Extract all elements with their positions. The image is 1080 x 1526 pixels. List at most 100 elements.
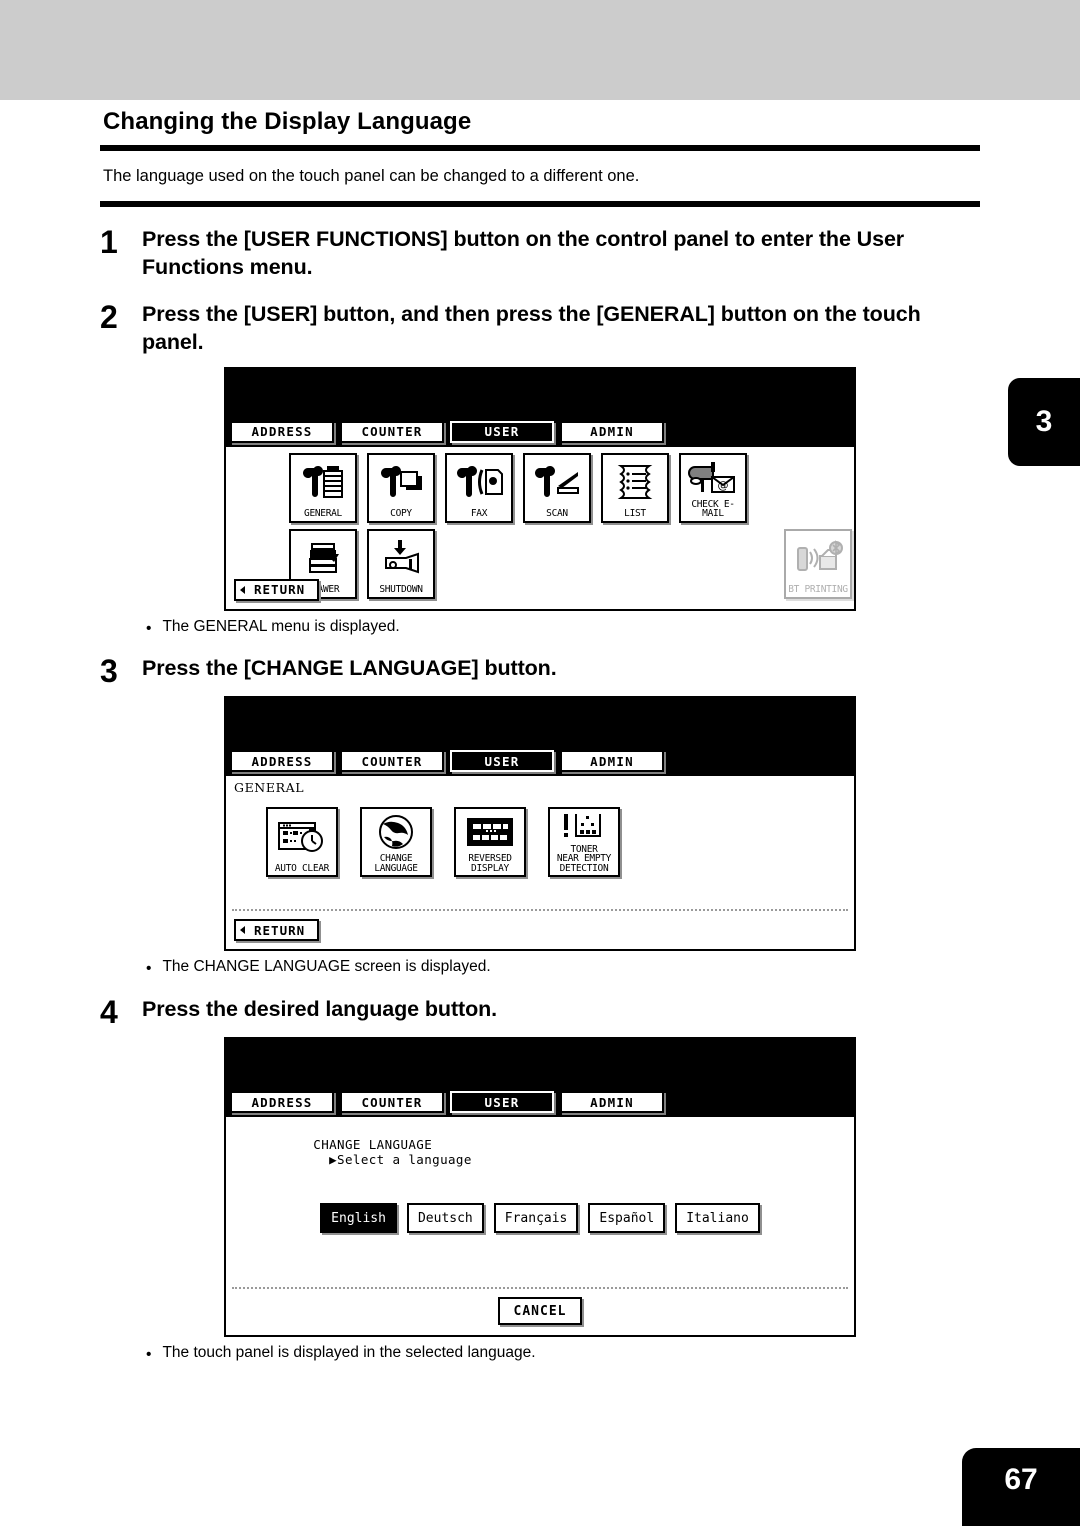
step-4-number: 4 <box>100 993 118 1030</box>
button-change-language-label: CHANGE LANGUAGE <box>374 853 418 874</box>
cancel-button[interactable]: CANCEL <box>497 1297 583 1326</box>
tab-admin[interactable]: ADMIN <box>560 1091 664 1114</box>
return-button[interactable]: RETURN <box>234 578 320 601</box>
panel-body: GENERAL AUTO CLEAR CHANGE LANGUAGE REVER… <box>226 776 854 950</box>
tab-address[interactable]: ADDRESS <box>230 420 334 443</box>
screen-stopwatch-icon <box>268 809 336 864</box>
tab-user[interactable]: USER <box>450 420 554 443</box>
panel-tabbar: ADDRESS COUNTER USER ADMIN <box>226 746 854 777</box>
tab-admin[interactable]: ADMIN <box>560 420 664 443</box>
breadcrumb-row: CHANGE LANGUAGE ▶Select a language <box>226 1117 854 1185</box>
step-4: 4 Press the desired language button. <box>100 993 980 1030</box>
language-button-francais[interactable]: Français <box>493 1203 579 1234</box>
button-fax[interactable]: FAX <box>445 452 513 523</box>
button-general-label: GENERAL <box>304 508 342 519</box>
tab-counter[interactable]: COUNTER <box>340 1091 444 1114</box>
panel-body: GENERAL COPY FAX SCAN LIST @ CHECK E-MAI… <box>226 446 854 609</box>
step-3-text: Press the [CHANGE LANGUAGE] button. <box>142 656 557 680</box>
button-copy-label: COPY <box>390 508 412 519</box>
step-3: 3 Press the [CHANGE LANGUAGE] button. <box>100 652 980 689</box>
tab-counter[interactable]: COUNTER <box>340 420 444 443</box>
panel-status-area <box>226 698 854 747</box>
touch-panel-general-menu: ADDRESS COUNTER USER ADMIN GENERAL AUTO … <box>224 696 856 952</box>
intro-rule <box>100 201 980 207</box>
copier-drawer-icon <box>291 531 355 586</box>
button-bt-printing-label: BT PRINTING <box>788 584 848 595</box>
tab-user[interactable]: USER <box>450 750 554 773</box>
button-check-email-label: CHECK E-MAIL <box>691 498 735 519</box>
wrench-scanner-icon <box>525 455 589 510</box>
step-1: 1 Press the [USER FUNCTIONS] button on t… <box>100 223 980 282</box>
user-menu-row-2: DRAWER SHUTDOWN BT PRINTING <box>226 523 854 599</box>
button-change-language[interactable]: CHANGE LANGUAGE <box>360 807 432 878</box>
tab-address[interactable]: ADDRESS <box>230 1091 334 1114</box>
shutdown-switch-icon <box>369 531 433 586</box>
general-menu-panel-figure: ADDRESS COUNTER USER ADMIN GENERAL AUTO … <box>224 696 980 952</box>
note-after-step-4: • The touch panel is displayed in the se… <box>146 1344 980 1363</box>
tab-counter[interactable]: COUNTER <box>340 750 444 773</box>
language-button-deutsch[interactable]: Deutsch <box>406 1203 484 1234</box>
panel-body: CHANGE LANGUAGE ▶Select a language Engli… <box>226 1117 854 1336</box>
panel-tabbar: ADDRESS COUNTER USER ADMIN <box>226 1087 854 1118</box>
note-after-step-3-text: The CHANGE LANGUAGE screen is displayed. <box>162 958 491 976</box>
step-2-number: 2 <box>100 298 118 335</box>
button-list[interactable]: LIST <box>601 452 669 523</box>
breadcrumb: CHANGE LANGUAGE <box>313 1137 433 1153</box>
button-shutdown-label: SHUTDOWN <box>379 584 423 595</box>
note-after-step-3: • The CHANGE LANGUAGE screen is displaye… <box>146 958 980 977</box>
mailbox-at-icon: @ <box>681 455 745 500</box>
button-reversed-display-label: REVERSED DISPLAY <box>468 853 512 874</box>
button-scan-label: SCAN <box>546 508 568 519</box>
page-header-band <box>0 0 1080 100</box>
note-after-step-2: • The GENERAL menu is displayed. <box>146 618 980 637</box>
button-bt-printing: BT PRINTING <box>784 528 852 599</box>
reversed-panel-icon <box>456 809 524 854</box>
bullet-dot: • <box>146 619 152 637</box>
chapter-marker: 3 <box>1008 378 1080 466</box>
general-menu-buttons: AUTO CLEAR CHANGE LANGUAGE REVERSED DISP… <box>226 797 854 878</box>
step-3-number: 3 <box>100 653 118 689</box>
step-1-number: 1 <box>100 224 118 260</box>
step-2: 2 Press the [USER] button, and then pres… <box>100 298 980 357</box>
button-copy[interactable]: COPY <box>367 452 435 523</box>
panel-status-area <box>226 1039 854 1088</box>
user-menu-row-1: GENERAL COPY FAX SCAN LIST @ CHECK E-MAI… <box>226 447 854 523</box>
return-button[interactable]: RETURN <box>234 919 320 942</box>
language-button-row: English Deutsch Français Español Italian… <box>226 1185 854 1234</box>
bullet-dot: • <box>146 1346 152 1364</box>
bullet-dot: • <box>146 960 152 978</box>
wrench-paper-icon <box>369 455 433 510</box>
wrench-copier-icon <box>291 455 355 510</box>
step-1-text: Press the [USER FUNCTIONS] button on the… <box>142 227 905 280</box>
panel-tabbar: ADDRESS COUNTER USER ADMIN <box>226 416 854 447</box>
tab-address[interactable]: ADDRESS <box>230 750 334 773</box>
step-2-text: Press the [USER] button, and then press … <box>142 301 921 355</box>
user-menu-panel-figure: ADDRESS COUNTER USER ADMIN GENERAL COPY … <box>224 366 980 611</box>
button-auto-clear-label: AUTO CLEAR <box>274 862 330 874</box>
tab-admin[interactable]: ADMIN <box>560 750 664 773</box>
language-button-espanol[interactable]: Español <box>588 1203 666 1234</box>
page-content: Changing the Display Language The langua… <box>100 108 980 1363</box>
touch-panel-user-menu: ADDRESS COUNTER USER ADMIN GENERAL COPY … <box>224 366 856 611</box>
page-number: 67 <box>962 1448 1080 1526</box>
globe-icon <box>362 809 430 854</box>
tab-user[interactable]: USER <box>450 1091 554 1114</box>
button-scan[interactable]: SCAN <box>523 452 591 523</box>
button-general[interactable]: GENERAL <box>289 452 357 523</box>
language-button-english[interactable]: English <box>320 1203 397 1234</box>
intro-text: The language used on the touch panel can… <box>103 167 640 185</box>
wrench-fax-icon <box>447 455 511 510</box>
page-title: Changing the Display Language <box>103 108 472 135</box>
change-language-panel-figure: ADDRESS COUNTER USER ADMIN CHANGE LANGUA… <box>224 1037 980 1338</box>
button-check-email[interactable]: @ CHECK E-MAIL <box>679 452 747 523</box>
list-pages-icon <box>603 455 667 510</box>
title-rule <box>100 145 980 151</box>
button-auto-clear[interactable]: AUTO CLEAR <box>266 807 338 878</box>
panel-status-area <box>226 368 854 417</box>
button-fax-label: FAX <box>470 508 488 519</box>
language-button-italiano[interactable]: Italiano <box>675 1203 760 1234</box>
button-toner-near-empty-detection[interactable]: TONER NEAR EMPTY DETECTION <box>548 807 620 878</box>
button-toner-detection-label: TONER NEAR EMPTY DETECTION <box>556 843 612 874</box>
button-shutdown[interactable]: SHUTDOWN <box>367 528 435 599</box>
button-reversed-display[interactable]: REVERSED DISPLAY <box>454 807 526 878</box>
